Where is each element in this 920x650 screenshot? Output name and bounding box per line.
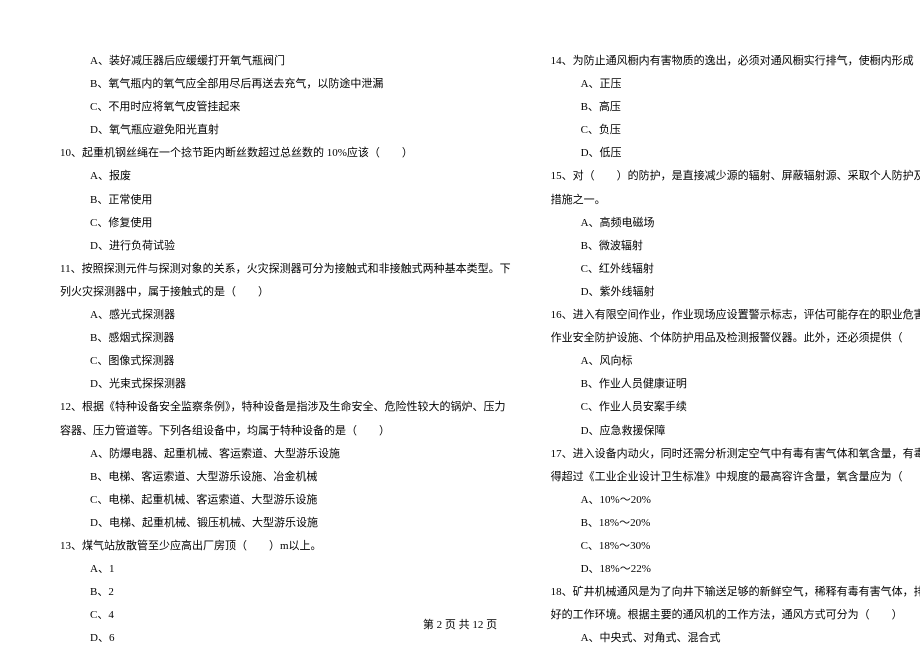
q16-stem-line2: 作业安全防护设施、个体防护用品及检测报警仪器。此外，还必须提供（ ） [551,327,920,350]
q16-option-d: D、应急救援保障 [551,420,920,443]
q17-option-c: C、18%～30% [551,535,920,558]
q11-stem-line2: 列火灾探测器中，属于接触式的是（ ） [60,281,511,304]
q11-option-d: D、光束式探探测器 [60,373,511,396]
q17-option-b: B、18%～20% [551,512,920,535]
q9-option-c: C、不用时应将氧气皮管挂起来 [60,96,511,119]
q11-stem-line1: 11、按照探测元件与探测对象的关系，火灾探测器可分为接触式和非接触式两种基本类型… [60,258,511,281]
page-content: A、装好减压器后应缓缓打开氧气瓶阀门 B、氧气瓶内的氧气应全部用尽后再送去充气，… [60,50,860,650]
q13-option-a: A、1 [60,558,511,581]
q10-option-b: B、正常使用 [60,189,511,212]
q12-stem-line1: 12、根据《特种设备安全监察条例》，特种设备是指涉及生命安全、危险性较大的锅炉、… [60,396,511,419]
q16-option-a: A、风向标 [551,350,920,373]
q9-option-d: D、氧气瓶应避免阳光直射 [60,119,511,142]
q10-option-d: D、进行负荷试验 [60,235,511,258]
q11-option-a: A、感光式探测器 [60,304,511,327]
right-column: 14、为防止通风橱内有害物质的逸出，必须对通风橱实行排气，使橱内形成（ ）状态。… [551,50,920,650]
q17-option-a: A、10%～20% [551,489,920,512]
q15-option-d: D、紫外线辐射 [551,281,920,304]
q10-option-a: A、报废 [60,165,511,188]
page-footer: 第 2 页 共 12 页 [0,616,920,632]
q10-option-c: C、修复使用 [60,212,511,235]
q12-option-b: B、电梯、客运索道、大型游乐设施、冶金机械 [60,466,511,489]
q14-option-d: D、低压 [551,142,920,165]
q16-option-b: B、作业人员健康证明 [551,373,920,396]
q15-option-c: C、红外线辐射 [551,258,920,281]
q12-stem-line2: 容器、压力管道等。下列各组设备中，均属于特种设备的是（ ） [60,420,511,443]
q17-stem-line2: 得超过《工业企业设计卫生标准》中规度的最高容许含量，氧含量应为（ ） [551,466,920,489]
q14-option-b: B、高压 [551,96,920,119]
q14-option-a: A、正压 [551,73,920,96]
q15-option-a: A、高频电磁场 [551,212,920,235]
q15-option-b: B、微波辐射 [551,235,920,258]
q11-option-b: B、感烟式探测器 [60,327,511,350]
q17-option-d: D、18%～22% [551,558,920,581]
q11-option-c: C、图像式探测器 [60,350,511,373]
q17-stem-line1: 17、进入设备内动火，同时还需分析测定空气中有毒有害气体和氧含量，有毒有害气体含… [551,443,920,466]
q13-stem: 13、煤气站放散管至少应高出厂房顶（ ）m以上。 [60,535,511,558]
q16-option-c: C、作业人员安案手续 [551,396,920,419]
q18-stem-line1: 18、矿井机械通风是为了向井下输送足够的新鲜空气，稀释有毒有害气体，排除矿尘，保… [551,581,920,604]
q10-stem: 10、起重机钢丝绳在一个捻节距内断丝数超过总丝数的 10%应该（ ） [60,142,511,165]
q9-option-b: B、氧气瓶内的氧气应全部用尽后再送去充气，以防途中泄漏 [60,73,511,96]
q16-stem-line1: 16、进入有限空间作业，作业现场应设置警示标志，评估可能存在的职业危害，并提供合… [551,304,920,327]
q12-option-a: A、防爆电器、起重机械、客运索道、大型游乐设施 [60,443,511,466]
q12-option-c: C、电梯、起重机械、客运索道、大型游乐设施 [60,489,511,512]
q9-option-a: A、装好减压器后应缓缓打开氧气瓶阀门 [60,50,511,73]
q12-option-d: D、电梯、起重机械、锻压机械、大型游乐设施 [60,512,511,535]
q14-stem: 14、为防止通风橱内有害物质的逸出，必须对通风橱实行排气，使橱内形成（ ）状态。 [551,50,920,73]
q15-stem-line1: 15、对（ ）的防护，是直接减少源的辐射、屏蔽辐射源、采取个人防护及执行安全规则… [551,165,920,188]
q15-stem-line2: 措施之一。 [551,189,920,212]
q14-option-c: C、负压 [551,119,920,142]
left-column: A、装好减压器后应缓缓打开氧气瓶阀门 B、氧气瓶内的氧气应全部用尽后再送去充气，… [60,50,511,650]
q13-option-b: B、2 [60,581,511,604]
